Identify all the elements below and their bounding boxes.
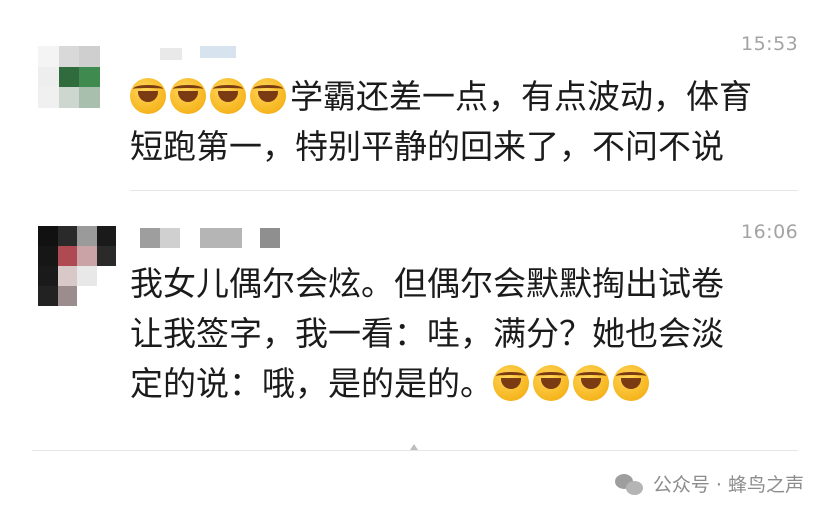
sender-name-blurred: [160, 48, 182, 60]
message-line: 短跑第一，特别平静的回来了，不问不说: [130, 127, 724, 166]
sender-name-blurred-3: [200, 228, 242, 248]
message-divider: [130, 190, 798, 191]
crying-laughing-emoji: [170, 78, 206, 114]
wechat-icon: [614, 472, 645, 496]
avatar-blurred[interactable]: [38, 226, 116, 306]
message-divider: [32, 450, 798, 451]
crying-laughing-emoji: [250, 78, 286, 114]
crying-laughing-emoji: [493, 365, 529, 401]
message-text: 学霸还差一点，有点波动，体育 短跑第一，特别平静的回来了，不问不说: [130, 72, 752, 172]
sender-name-blurred-2: [200, 46, 236, 58]
watermark-text: 公众号 · 蜂鸟之声: [652, 474, 804, 496]
sender-name-blurred-4: [260, 228, 280, 248]
scroll-indicator-icon: [410, 444, 418, 450]
crying-laughing-emoji: [613, 365, 649, 401]
message-line: 学霸还差一点，有点波动，体育: [290, 77, 752, 116]
message-line: 我女儿偶尔会炫。但偶尔会默默掏出试卷: [130, 264, 724, 303]
watermark: 公众号 · 蜂鸟之声: [614, 470, 804, 497]
message-timestamp: 16:06: [741, 221, 799, 243]
message-text: 我女儿偶尔会炫。但偶尔会默默掏出试卷 让我签字，我一看：哇，满分？她也会淡 定的…: [130, 259, 724, 409]
crying-laughing-emoji: [130, 78, 166, 114]
message-timestamp: 15:53: [741, 33, 799, 55]
message-line: 让我签字，我一看：哇，满分？她也会淡: [130, 314, 724, 353]
avatar-blurred[interactable]: [38, 46, 100, 108]
sender-name-blurred: [140, 228, 160, 248]
message-line: 定的说：哦，是的是的。: [130, 364, 493, 403]
sender-name-blurred-2: [160, 228, 180, 248]
crying-laughing-emoji: [533, 365, 569, 401]
crying-laughing-emoji: [573, 365, 609, 401]
crying-laughing-emoji: [210, 78, 246, 114]
